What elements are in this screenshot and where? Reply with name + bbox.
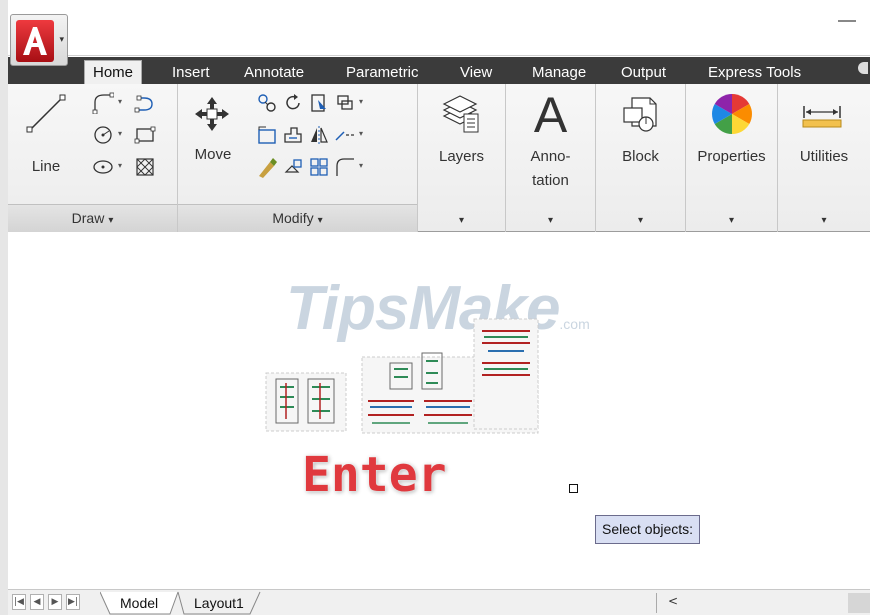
utilities-expand-icon[interactable]: ▾ (778, 215, 870, 226)
application-menu-arrow: ▾ (59, 35, 64, 45)
annotation-icon[interactable]: A (506, 90, 595, 140)
measure-ruler-icon[interactable] (800, 100, 844, 130)
offset-dropdown-icon[interactable]: ▾ (359, 161, 363, 170)
layers-label[interactable]: Layers (418, 146, 505, 168)
modify-group-label: Modify (272, 210, 314, 226)
tab-express-tools[interactable]: Express Tools (700, 61, 809, 84)
fillet-icon[interactable] (256, 124, 278, 146)
rectangle-icon[interactable] (134, 124, 156, 146)
lengthen-icon[interactable] (334, 92, 356, 114)
polyline-dropdown-icon[interactable]: ▾ (118, 97, 122, 106)
tab-insert[interactable]: Insert (164, 61, 218, 84)
ribbon-panel: Line ▾ ▾ ▾ Draw ▾ Move ▾ ▾ ▾ Modify ▾ La… (8, 84, 870, 232)
utilities-group: Utilities ▾ (778, 84, 870, 232)
erase-icon[interactable] (256, 156, 278, 178)
annotation-label-line1[interactable]: Anno- (506, 146, 595, 168)
layout-tab-bar: |◀ ◀ ▶ ▶| Model Layout1 < (8, 589, 870, 615)
break-icon[interactable] (334, 124, 356, 146)
properties-group: Properties ▾ (686, 84, 778, 232)
tab-annotate[interactable]: Annotate (236, 61, 312, 84)
ellipse-dropdown-icon[interactable]: ▾ (118, 161, 122, 170)
tab-manage[interactable]: Manage (524, 61, 594, 84)
block-expand-icon[interactable]: ▾ (596, 215, 685, 226)
move-tool-icon[interactable] (192, 94, 232, 134)
draw-expand-icon: ▾ (108, 215, 114, 226)
cad-drawing-objects[interactable] (264, 317, 544, 437)
line-tool-label[interactable]: Line (8, 156, 84, 178)
ribbon-tab-bar: Home Insert Annotate Parametric View Man… (8, 57, 870, 85)
application-menu-button[interactable]: ▾ (10, 14, 68, 66)
horizontal-scrollbar-thumb[interactable] (848, 593, 870, 613)
minimize-button[interactable] (838, 10, 856, 22)
pickbox-cursor (569, 484, 578, 493)
polyline-icon[interactable] (92, 92, 114, 114)
block-group: Block ▾ (596, 84, 686, 232)
scroll-divider (656, 593, 657, 613)
properties-color-wheel-icon[interactable] (710, 92, 754, 136)
more-tabs-icon[interactable] (858, 62, 868, 74)
command-prompt-tooltip: Select objects: (595, 515, 701, 544)
utilities-label[interactable]: Utilities (778, 146, 870, 168)
title-bar (8, 0, 870, 56)
stretch-icon[interactable] (282, 124, 304, 146)
scroll-left-button[interactable]: < (668, 594, 678, 608)
properties-label[interactable]: Properties (686, 146, 777, 168)
mirror-icon[interactable] (308, 124, 330, 146)
modify-group-title[interactable]: Modify ▾ (178, 204, 417, 232)
tab-layout1[interactable]: Layout1 (188, 593, 250, 613)
properties-expand-icon[interactable]: ▾ (686, 215, 777, 226)
trim-icon[interactable] (308, 92, 330, 114)
draw-group: Line ▾ ▾ ▾ Draw ▾ (8, 84, 178, 232)
drawing-sheet[interactable] (265, 372, 347, 432)
tab-home[interactable]: Home (84, 60, 143, 85)
annotation-group: A Anno- tation ▾ (506, 84, 596, 232)
previous-layout-button[interactable]: ◀ (30, 594, 44, 610)
modify-group: Move ▾ ▾ ▾ Modify ▾ (178, 84, 418, 232)
layers-expand-icon[interactable]: ▾ (418, 215, 505, 226)
annotation-label-line2[interactable]: tation (506, 170, 595, 192)
spline-icon[interactable] (134, 92, 156, 114)
lengthen-dropdown-icon[interactable]: ▾ (359, 97, 363, 106)
circle-dropdown-icon[interactable]: ▾ (118, 129, 122, 138)
modify-expand-icon: ▾ (317, 215, 323, 226)
explode-icon[interactable] (282, 156, 304, 178)
tab-view[interactable]: View (452, 61, 500, 84)
tab-model[interactable]: Model (114, 593, 164, 613)
last-layout-button[interactable]: ▶| (66, 594, 80, 610)
first-layout-button[interactable]: |◀ (12, 594, 26, 610)
layers-icon[interactable] (440, 94, 482, 136)
enter-key-annotation: Enter (302, 447, 447, 503)
hatch-icon[interactable] (134, 156, 156, 178)
copy-icon[interactable] (256, 92, 278, 114)
drawing-canvas[interactable]: TipsMake.com Enter Select objects: (8, 233, 870, 589)
annotation-expand-icon[interactable]: ▾ (506, 215, 595, 226)
break-dropdown-icon[interactable]: ▾ (359, 129, 363, 138)
draw-group-label: Draw (71, 210, 105, 226)
next-layout-button[interactable]: ▶ (48, 594, 62, 610)
drawing-sheet[interactable] (473, 318, 539, 430)
line-tool-icon[interactable] (24, 92, 68, 136)
watermark-suffix: .com (559, 316, 590, 332)
layers-group: Layers ▾ (418, 84, 506, 232)
array-icon[interactable] (308, 156, 330, 178)
block-icon[interactable] (620, 94, 662, 136)
ellipse-icon[interactable] (92, 156, 114, 178)
draw-group-title[interactable]: Draw ▾ (8, 204, 177, 232)
rotate-icon[interactable] (282, 92, 304, 114)
offset-icon[interactable] (334, 156, 356, 178)
tab-parametric[interactable]: Parametric (338, 61, 427, 84)
circle-icon[interactable] (92, 124, 114, 146)
autocad-logo-icon (16, 20, 54, 62)
tab-output[interactable]: Output (613, 61, 674, 84)
block-label[interactable]: Block (596, 146, 685, 168)
move-tool-label[interactable]: Move (178, 144, 248, 166)
